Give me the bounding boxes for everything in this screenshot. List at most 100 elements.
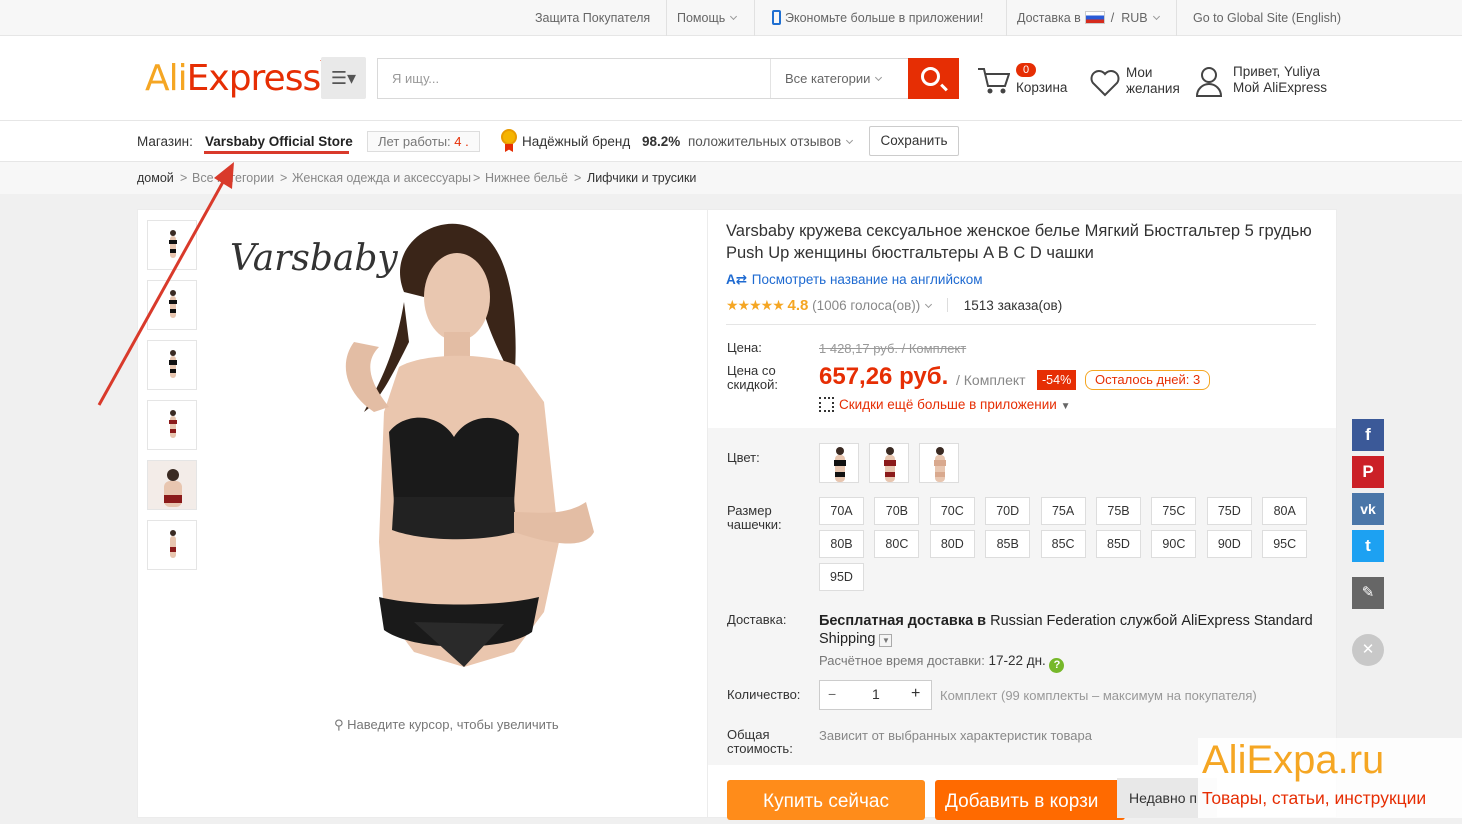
thumbnail[interactable] [147, 460, 197, 510]
shipping-label: Доставка: [727, 612, 787, 627]
size-option-80d[interactable]: 80D [929, 530, 975, 558]
search-category-select[interactable]: Все категории [770, 59, 908, 98]
translate-icon: A⇄ [726, 272, 748, 287]
greeting: Привет, Yuliya [1233, 64, 1321, 79]
close-icon[interactable]: ✕ [1352, 634, 1384, 666]
votes-dropdown[interactable]: (1006 голоса(ов)) [812, 298, 933, 313]
positive-feedback-label: положительных отзывов [688, 134, 842, 149]
breadcrumb-womens-clothing[interactable]: Женская одежда и аксессуары [292, 162, 471, 194]
app-discount-dropdown[interactable]: Скидки ещё больше в приложении ▼ [819, 397, 1071, 412]
size-option-85b[interactable]: 85B [985, 530, 1031, 558]
breadcrumb-separator: > [574, 171, 582, 185]
thumbnail[interactable] [147, 280, 197, 330]
cart-icon[interactable] [976, 66, 1010, 96]
translate-title-link[interactable]: A⇄ Посмотреть название на английском [726, 272, 983, 288]
search-icon: ⚲ [334, 717, 344, 732]
discount-label-line2: скидкой: [727, 377, 778, 392]
app-promo-label: Экономьте больше в приложении! [785, 11, 984, 25]
hamburger-icon: ☰▾ [330, 68, 357, 88]
product-thumbnail-image [169, 290, 177, 318]
wishlist-link[interactable]: Мои желания [1126, 65, 1180, 97]
account-link[interactable]: Привет, Yuliya Мой AliExpress [1233, 64, 1327, 96]
help-icon[interactable]: ? [1049, 658, 1065, 673]
add-to-cart-button[interactable]: Добавить в корзи [935, 780, 1125, 820]
zoom-hint: ⚲ Наведите курсор, чтобы увеличить [334, 717, 559, 733]
edit-icon[interactable]: ✎ [1352, 577, 1384, 609]
size-option-80a[interactable]: 80A [1262, 497, 1308, 525]
watermark-title: AliExpa.ru [1202, 738, 1385, 782]
heart-icon[interactable] [1089, 68, 1121, 98]
product-thumbnail-image [170, 530, 176, 558]
cup-size-label-line1: Размер [727, 503, 772, 518]
size-option-75b[interactable]: 75B [1096, 497, 1141, 525]
model-photo [345, 223, 594, 667]
delivery-time-value: 17-22 дн. [988, 653, 1046, 668]
divider [1176, 0, 1177, 36]
delivery-time-label: Расчётное время доставки: [819, 653, 985, 668]
store-name-link[interactable]: Varsbaby Official Store [205, 121, 353, 162]
breadcrumb-underwear[interactable]: Нижнее бельё [485, 162, 568, 194]
app-promo-link[interactable]: Экономьте больше в приложении! [772, 0, 983, 36]
chevron-down-icon [730, 12, 738, 21]
facebook-share-icon[interactable]: f [1352, 419, 1384, 451]
ship-to-currency-selector[interactable]: Доставка в / RUB [1017, 0, 1160, 36]
store-label: Магазин: [137, 134, 193, 149]
quantity-decrease-button[interactable]: − [828, 686, 836, 702]
size-option-85d[interactable]: 85D [1096, 530, 1141, 558]
thumbnail[interactable] [147, 340, 197, 390]
global-site-link[interactable]: Go to Global Site (English) [1193, 0, 1341, 36]
quantity-increase-button[interactable]: + [911, 685, 920, 703]
size-option-80b[interactable]: 80B [819, 530, 864, 558]
quantity-input[interactable]: 1 [872, 686, 880, 702]
search-button[interactable] [908, 58, 959, 99]
shipping-dropdown-icon[interactable]: ▼ [879, 634, 893, 647]
thumbnail[interactable] [147, 400, 197, 450]
size-option-75d[interactable]: 75D [1206, 497, 1252, 525]
color-swatch-nude[interactable] [919, 443, 959, 483]
size-option-85c[interactable]: 85C [1040, 530, 1086, 558]
category-menu-button[interactable]: ☰▾ [321, 57, 366, 99]
years-value: 4 [454, 134, 462, 149]
positive-feedback-dropdown[interactable]: положительных отзывов [688, 121, 854, 162]
twitter-share-icon[interactable]: t [1352, 530, 1384, 562]
discount-badge: -54% [1037, 370, 1077, 390]
search-input[interactable]: Я ищу... [392, 59, 439, 98]
breadcrumb-home[interactable]: домой [137, 162, 174, 194]
size-option-95d[interactable]: 95D [819, 563, 864, 591]
buyer-protection-link[interactable]: Защита Покупателя [535, 0, 650, 36]
size-option-75a[interactable]: 75A [1040, 497, 1086, 525]
chevron-down-icon [1152, 12, 1160, 21]
color-label: Цвет: [727, 450, 760, 465]
main-product-image[interactable]: Varsbaby [214, 212, 694, 712]
help-menu[interactable]: Помощь [677, 0, 738, 36]
color-swatch-image [934, 447, 946, 482]
buy-now-button[interactable]: Купить сейчас [727, 780, 925, 820]
pinterest-share-icon[interactable]: P [1352, 456, 1384, 488]
size-option-70b[interactable]: 70B [874, 497, 920, 525]
votes-label: (1006 голоса(ов)) [812, 298, 921, 313]
quantity-stepper: − 1 + [819, 680, 932, 710]
size-option-90c[interactable]: 90C [1151, 530, 1197, 558]
thumbnail[interactable] [147, 520, 197, 570]
color-swatch-black[interactable] [819, 443, 859, 483]
user-icon[interactable] [1194, 65, 1224, 99]
size-option-95c[interactable]: 95C [1262, 530, 1308, 558]
size-option-70d[interactable]: 70D [985, 497, 1031, 525]
breadcrumb-all-categories[interactable]: Все категории [192, 162, 274, 194]
aliexpress-logo[interactable]: AliExpressTM [145, 58, 331, 99]
cart-link[interactable]: Корзина [1016, 80, 1067, 96]
cart-count-badge: 0 [1016, 63, 1037, 77]
color-swatch-red[interactable] [869, 443, 909, 483]
quantity-label: Количество: [727, 687, 801, 702]
size-option-70a[interactable]: 70A [819, 497, 864, 525]
size-option-90d[interactable]: 90D [1206, 530, 1252, 558]
breadcrumb-separator: > [180, 171, 188, 185]
save-store-button[interactable]: Сохранить [869, 126, 959, 156]
size-option-75c[interactable]: 75C [1151, 497, 1197, 525]
size-option-70c[interactable]: 70C [929, 497, 975, 525]
search-bar: Я ищу... Все категории [377, 58, 959, 99]
caret-down-icon: ▼ [1060, 401, 1071, 412]
vk-share-icon[interactable]: vk [1352, 493, 1384, 525]
thumbnail[interactable] [147, 220, 197, 270]
size-option-80c[interactable]: 80C [874, 530, 920, 558]
